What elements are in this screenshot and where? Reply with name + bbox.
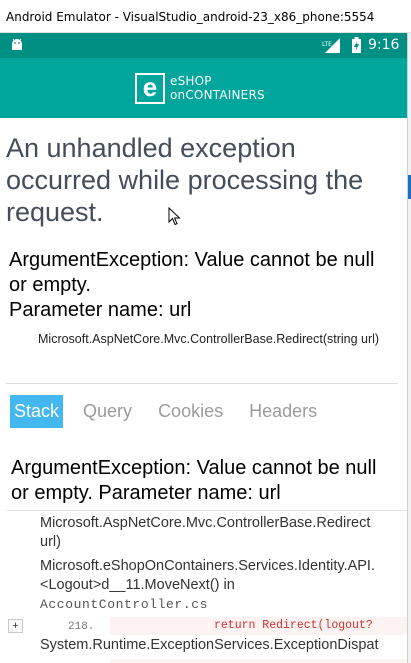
- eshop-logo-icon[interactable]: e: [135, 73, 165, 104]
- source-code-line: return Redirect(logout?: [110, 617, 407, 635]
- logo-text: eSHOP onCONTAINERS: [170, 74, 265, 102]
- stack-frame[interactable]: Microsoft.eShopOnContainers.Services.Ide…: [40, 557, 375, 614]
- divider: [6, 510, 407, 511]
- stack-frame-method: Microsoft.eShopOnContainers.Services.Ide…: [40, 558, 375, 574]
- svg-text:LTE: LTE: [322, 41, 332, 48]
- exception-param: Parameter name: url: [9, 299, 192, 321]
- emulator-side-strip: [407, 33, 411, 663]
- tab-cookies[interactable]: Cookies: [152, 395, 229, 428]
- lte-signal-icon: LTE: [322, 38, 340, 53]
- android-status-bar: LTE 9:16: [0, 33, 407, 58]
- source-line-number: 218.: [68, 621, 95, 633]
- stack-frame-args: <Logout>d__11.MoveNext() in: [40, 577, 235, 593]
- stack-frame-method: System.Runtime.ExceptionServices.Excepti…: [40, 637, 379, 653]
- source-code-row: [110, 659, 407, 663]
- logo-line-1: eSHOP: [170, 74, 212, 88]
- stack-frame-file: AccountController.cs: [40, 597, 209, 612]
- tab-stack[interactable]: Stack: [10, 395, 64, 428]
- battery-charging-icon: [352, 37, 361, 53]
- exception-location: Microsoft.AspNetCore.Mvc.ControllerBase.…: [38, 332, 380, 346]
- stack-frame-method: Microsoft.AspNetCore.Mvc.ControllerBase.…: [40, 515, 371, 531]
- error-page-content: An unhandled exception occurred while pr…: [0, 118, 407, 663]
- stack-frame[interactable]: Microsoft.AspNetCore.Mvc.ControllerBase.…: [40, 514, 370, 552]
- exception-header: ArgumentException: Value cannot be null …: [9, 249, 375, 296]
- mouse-cursor-icon: [168, 207, 181, 226]
- logo-letter: e: [142, 72, 158, 102]
- tab-query[interactable]: Query: [77, 395, 138, 428]
- android-debug-icon: [12, 38, 22, 50]
- stack-frame[interactable]: System.Runtime.ExceptionServices.Excepti…: [40, 636, 378, 655]
- tab-headers[interactable]: Headers: [243, 395, 323, 428]
- emulator-window-title: Android Emulator - VisualStudio_android-…: [0, 0, 411, 33]
- divider: [6, 383, 398, 384]
- expand-source-button[interactable]: +: [8, 619, 23, 633]
- error-page-title: An unhandled exception occurred while pr…: [6, 133, 364, 227]
- error-tabs: Stack Query Cookies Headers: [10, 395, 337, 428]
- status-time: 9:16: [368, 37, 400, 53]
- exception-summary: ArgumentException: Value cannot be null …: [9, 248, 389, 323]
- logo-line-2: onCONTAINERS: [170, 88, 265, 102]
- stack-exception-header: ArgumentException: Value cannot be null …: [11, 457, 377, 504]
- app-header: e eSHOP onCONTAINERS: [0, 58, 407, 118]
- stack-frame-args: url): [40, 534, 61, 550]
